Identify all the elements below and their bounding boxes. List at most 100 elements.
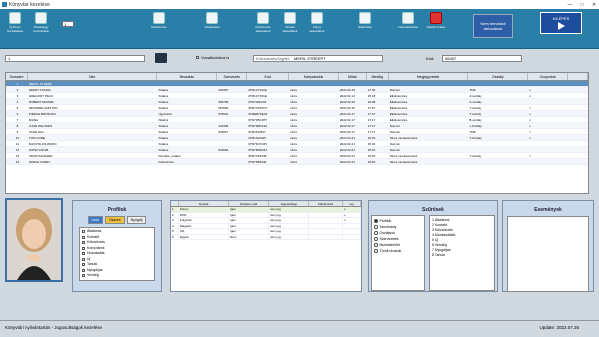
table-cell: 2022.02.21: [339, 142, 355, 146]
column-header[interactable]: Lej: [343, 201, 361, 206]
list-button[interactable]: Lista készítése: [397, 12, 419, 30]
barcode-checkbox[interactable]: Vonalkódokra is: [196, 55, 229, 60]
table-cell: 17:57: [367, 106, 376, 110]
book-data-button[interactable]: Könyv alapadatok: [306, 12, 328, 33]
grid-cell: 4: [171, 223, 179, 228]
column-header[interactable]: Kártyakódok: [289, 73, 339, 80]
column-header[interactable]: Mióta: [339, 73, 367, 80]
minimize-button[interactable]: —: [565, 2, 575, 8]
grid-cell: [309, 212, 343, 217]
tab-list[interactable]: Lista: [87, 216, 103, 224]
table-cell: 7: [16, 118, 19, 122]
delete-button[interactable]: Kijelölt törlése: [425, 12, 447, 30]
radio-button[interactable]: [374, 249, 378, 253]
checkbox[interactable]: [82, 257, 85, 261]
grid-cell: 1: [171, 207, 179, 212]
reader-data-button[interactable]: Olvasó alapadatok: [279, 12, 301, 33]
table-cell: 17:17: [367, 118, 376, 122]
filter-list-item[interactable]: 8 Tanuló: [432, 253, 492, 258]
radio-button[interactable]: [374, 243, 378, 247]
checkbox[interactable]: [82, 268, 85, 272]
lend-button[interactable]: Kölcsönzés: [148, 12, 170, 30]
code-field[interactable]: 55457: [442, 55, 522, 62]
table-cell: 3TM1014346: [248, 136, 266, 140]
checkbox[interactable]: [82, 252, 85, 256]
tab-all[interactable]: Összes: [104, 216, 125, 224]
table-cell: 10: [15, 136, 20, 140]
table-cell: Elkölcsönzés: [389, 118, 408, 122]
table-cell: [217, 159, 247, 164]
grid-cell: 6: [171, 234, 179, 239]
table-cell: 15:40: [367, 160, 376, 164]
table-cell: Normál: [389, 148, 400, 152]
filter-radio[interactable]: Törölt olvasók: [374, 248, 422, 254]
radio-button[interactable]: [374, 231, 378, 235]
column-header: [568, 73, 588, 80]
checkbox[interactable]: [82, 246, 85, 250]
checkbox[interactable]: [82, 274, 85, 278]
exit-button[interactable]: KILÉPÉS: [540, 12, 582, 34]
table-cell: [568, 111, 588, 116]
counter-field[interactable]: 1: [62, 21, 74, 27]
table-cell: TOM CORE: [28, 136, 46, 140]
grid-cell: [309, 229, 343, 234]
table-cell: 2022.02.21: [339, 136, 355, 140]
grid-cell: nem jog: [269, 223, 309, 228]
table-cell: A.osztály: [469, 94, 482, 98]
checkbox[interactable]: [82, 263, 85, 267]
lend-data-button[interactable]: Kölcsönzés alapadatok: [252, 12, 274, 33]
book-add-icon: [9, 12, 21, 24]
table-cell: MERYL STREEP: [28, 82, 52, 86]
table-cell: T.osztály: [469, 112, 482, 116]
checkbox[interactable]: [82, 235, 85, 239]
checkbox[interactable]: [196, 56, 199, 59]
filter-options: Profilok Tanulmány Osztályok Szervezetek Mun…: [371, 215, 425, 291]
table-cell: A.osztály: [469, 100, 482, 104]
radio-button[interactable]: [374, 225, 378, 229]
column-header[interactable]: Megjegyzések: [389, 73, 469, 80]
status-right: Update: 2022.07.26: [539, 325, 579, 330]
maximize-button[interactable]: □: [577, 2, 587, 8]
radio-button[interactable]: [374, 219, 378, 223]
table-cell: 15:40: [367, 154, 376, 158]
column-header[interactable]: Jogosultság: [269, 201, 309, 206]
table-cell: 3: [16, 94, 19, 98]
table-cell: 3TM7C53448: [248, 154, 267, 158]
column-header[interactable]: Csoportok: [528, 73, 569, 80]
profile-item[interactable]: Vendég: [82, 273, 152, 279]
grid-cell: [309, 223, 343, 228]
column-header[interactable]: Beosztás: [157, 73, 218, 80]
grid-row[interactable]: 6 Egyéb Nem nem jog: [171, 234, 361, 240]
add-book-button[interactable]: Új könyv hozzáadása: [4, 12, 26, 33]
column-header[interactable]: Kezelés mód: [229, 201, 269, 206]
checkbox[interactable]: [82, 241, 85, 245]
table-cell: Elkölcsönzés: [389, 100, 408, 104]
card-icon: [35, 12, 47, 24]
table-row[interactable]: 14 SARAH CAREY Kölcsönzés 3TM7D53346 nincs 20…: [6, 159, 588, 165]
column-header[interactable]: Szervezés: [217, 73, 248, 80]
table-cell: nincs: [290, 106, 298, 110]
column-header[interactable]: Termék: [179, 201, 229, 206]
table-cell: ADAM SANDLER: [28, 154, 53, 158]
table-cell: JOHN HILL: [28, 130, 45, 134]
stats-button[interactable]: Statisztika: [354, 12, 376, 30]
column-header[interactable]: Osztály: [468, 73, 529, 80]
column-header[interactable]: Kód: [247, 73, 290, 80]
column-header[interactable]: Sorszám: [6, 73, 28, 80]
search-input[interactable]: 1: [5, 55, 145, 62]
radio-button[interactable]: [374, 237, 378, 241]
column-header[interactable]: Meddig: [367, 73, 389, 80]
column-header[interactable]: Kölcsönzés: [309, 201, 343, 206]
tab-pension[interactable]: Nyugdíj: [126, 216, 147, 224]
scanner-icon[interactable]: [155, 53, 167, 63]
return-button[interactable]: Visszavétel: [201, 12, 223, 30]
overdue-button[interactable]: Nem lemaradt tartozások: [473, 14, 513, 38]
column-header[interactable]: Név: [28, 73, 158, 80]
client-field[interactable]: Kölcsönzés/Ügyfél: MERIL STREEPT: [253, 55, 383, 62]
table-cell: 2: [16, 88, 19, 92]
checkbox[interactable]: [82, 230, 85, 234]
table-cell: [468, 81, 528, 86]
scan-card-button[interactable]: Olvasójegy beolvasása: [30, 12, 52, 33]
close-button[interactable]: ✕: [589, 2, 599, 8]
events-list[interactable]: [507, 216, 589, 292]
